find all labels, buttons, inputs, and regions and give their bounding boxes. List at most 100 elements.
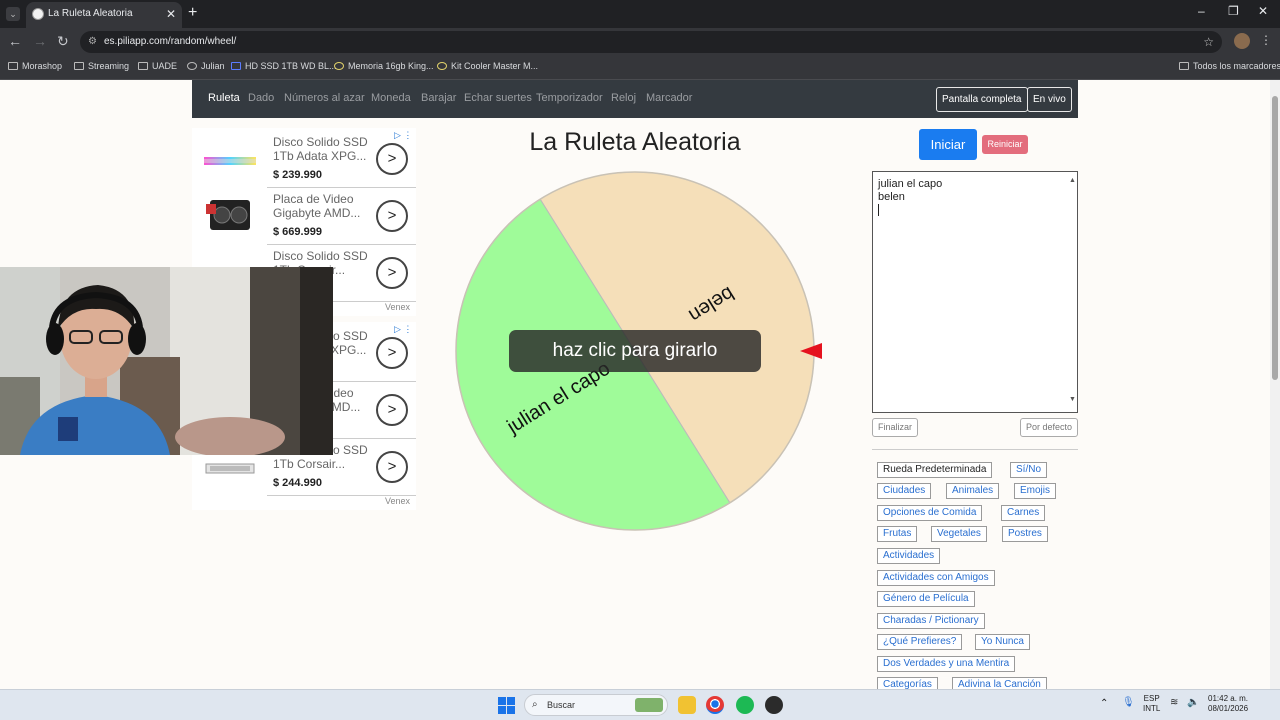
preset-que-prefieres[interactable]: ¿Qué Prefieres? bbox=[877, 634, 963, 650]
start-button[interactable]: Iniciar bbox=[919, 129, 977, 160]
close-window-icon[interactable]: ✕ bbox=[1258, 4, 1268, 18]
preset-yo-nunca[interactable]: Yo Nunca bbox=[975, 634, 1030, 650]
site-icon bbox=[231, 62, 241, 70]
chevron-right-icon[interactable]: > bbox=[376, 451, 408, 483]
scroll-down-icon[interactable]: ▼ bbox=[1069, 393, 1076, 406]
ssd-product-image bbox=[202, 145, 258, 175]
wifi-icon[interactable]: ≋ bbox=[1170, 698, 1178, 708]
entry-line: julian el capo bbox=[878, 178, 943, 190]
chevron-right-icon[interactable]: > bbox=[376, 394, 408, 426]
nav-ruleta[interactable]: Ruleta bbox=[208, 92, 240, 104]
preset-emojis[interactable]: Emojis bbox=[1014, 483, 1057, 499]
textarea-scrollbar[interactable]: ▲ ▼ bbox=[1067, 172, 1077, 412]
microphone-icon[interactable]: 🎙 bbox=[1122, 698, 1135, 708]
preset-actividades[interactable]: Actividades bbox=[877, 548, 941, 564]
folder-icon bbox=[1179, 62, 1189, 70]
fullscreen-button[interactable]: Pantalla completa bbox=[936, 87, 1028, 112]
finish-button[interactable]: Finalizar bbox=[872, 418, 919, 437]
windows-start-icon[interactable] bbox=[498, 697, 515, 714]
site-favicon-icon bbox=[32, 8, 44, 20]
preset-categorias[interactable]: Categorías bbox=[877, 677, 938, 689]
nav-moneda[interactable]: Moneda bbox=[371, 92, 411, 104]
preset-vegetales[interactable]: Vegetales bbox=[931, 526, 987, 542]
volume-icon[interactable]: 🔈 bbox=[1187, 698, 1199, 708]
url-text: es.piliapp.com/random/wheel/ bbox=[104, 36, 237, 47]
ssd-product-image bbox=[202, 453, 258, 483]
preset-genero-pelicula[interactable]: Género de Película bbox=[877, 591, 975, 607]
close-tab-icon[interactable]: ✕ bbox=[166, 2, 176, 26]
spin-instruction[interactable]: haz clic para girarlo bbox=[509, 330, 761, 372]
preset-frutas[interactable]: Frutas bbox=[877, 526, 918, 542]
ad-brand: Venex bbox=[385, 302, 411, 312]
nav-temporizador[interactable]: Temporizador bbox=[536, 92, 603, 104]
scroll-up-icon[interactable]: ▲ bbox=[1069, 174, 1076, 187]
preset-charadas[interactable]: Charadas / Pictionary bbox=[877, 613, 985, 629]
page-scrollbar[interactable] bbox=[1270, 80, 1280, 689]
preset-animales[interactable]: Animales bbox=[946, 483, 1000, 499]
bookmark-kit-cooler[interactable]: Kit Cooler Master M... bbox=[437, 61, 538, 71]
webcam-overlay bbox=[0, 267, 333, 455]
site-info-icon[interactable]: ⚙ bbox=[88, 31, 97, 53]
bookmark-streaming[interactable]: Streaming bbox=[74, 61, 129, 71]
bookmark-star-icon[interactable]: ☆ bbox=[1203, 31, 1214, 53]
file-explorer-icon[interactable] bbox=[678, 696, 696, 714]
ad-title: Placa de Video Gigabyte AMD... bbox=[273, 192, 361, 220]
preset-dos-verdades[interactable]: Dos Verdades y una Mentira bbox=[877, 656, 1016, 672]
reload-icon[interactable]: ↻ bbox=[57, 33, 69, 50]
preset-opciones-comida[interactable]: Opciones de Comida bbox=[877, 505, 983, 521]
tray-chevron-up-icon[interactable]: ⌃ bbox=[1100, 699, 1108, 709]
nav-marcador[interactable]: Marcador bbox=[646, 92, 692, 104]
nav-echar-suertes[interactable]: Echar suertes bbox=[464, 92, 532, 104]
preset-actividades-amigos[interactable]: Actividades con Amigos bbox=[877, 570, 995, 586]
entry-line: belen bbox=[878, 191, 905, 203]
browser-tab[interactable]: La Ruleta Aleatoria ✕ bbox=[26, 2, 182, 28]
bookmark-uade[interactable]: UADE bbox=[138, 61, 177, 71]
chevron-right-icon[interactable]: > bbox=[376, 257, 408, 289]
scrollbar-thumb[interactable] bbox=[1272, 96, 1278, 380]
default-button[interactable]: Por defecto bbox=[1020, 418, 1079, 437]
app-icon[interactable] bbox=[765, 696, 783, 714]
preset-ciudades[interactable]: Ciudades bbox=[877, 483, 932, 499]
back-icon[interactable]: ← bbox=[8, 33, 22, 49]
bookmarks-bar: Morashop Streaming UADE Julian HD SSD 1T… bbox=[0, 56, 1280, 80]
site-navbar: Ruleta Dado Números al azar Moneda Baraj… bbox=[192, 80, 1078, 118]
reset-button[interactable]: Reiniciar bbox=[982, 135, 1028, 154]
ad-item[interactable]: Disco Solido SSD 1Tb Adata XPG... $ 239.… bbox=[192, 131, 416, 188]
spotify-icon[interactable] bbox=[736, 696, 754, 714]
preset-si-no[interactable]: Sí/No bbox=[1010, 462, 1048, 478]
chrome-icon[interactable] bbox=[706, 696, 724, 714]
nav-barajar[interactable]: Barajar bbox=[421, 92, 456, 104]
chevron-right-icon[interactable]: > bbox=[376, 143, 408, 175]
maximize-icon[interactable]: ❐ bbox=[1228, 4, 1239, 18]
chevron-right-icon[interactable]: > bbox=[376, 200, 408, 232]
tab-search-button[interactable]: ⌄ bbox=[6, 7, 20, 21]
bookmark-julian[interactable]: Julian bbox=[187, 61, 225, 71]
address-bar[interactable]: ⚙ es.piliapp.com/random/wheel/ ☆ bbox=[80, 31, 1222, 53]
bookmark-all[interactable]: Todos los marcadores bbox=[1179, 61, 1280, 71]
bookmark-hd-ssd[interactable]: HD SSD 1TB WD BL... bbox=[231, 61, 337, 71]
system-clock[interactable]: 01:42 a. m. 08/01/2026 bbox=[1208, 694, 1248, 714]
preset-rueda-predeterminada[interactable]: Rueda Predeterminada bbox=[877, 462, 993, 478]
new-tab-button[interactable]: + bbox=[188, 4, 197, 22]
browser-menu-icon[interactable]: ⋮ bbox=[1260, 33, 1272, 47]
search-icon: ⌕ bbox=[532, 699, 538, 710]
ad-item[interactable]: Placa de Video Gigabyte AMD... $ 669.999… bbox=[192, 188, 416, 245]
preset-postres[interactable]: Postres bbox=[1002, 526, 1048, 542]
nav-reloj[interactable]: Reloj bbox=[611, 92, 636, 104]
profile-avatar[interactable] bbox=[1234, 33, 1250, 49]
preset-adivina-cancion[interactable]: Adivina la Canción bbox=[952, 677, 1047, 689]
preset-carnes[interactable]: Carnes bbox=[1001, 505, 1046, 521]
bookmark-morashop[interactable]: Morashop bbox=[8, 61, 62, 71]
live-button[interactable]: En vivo bbox=[1027, 87, 1072, 112]
taskbar-search[interactable]: ⌕ Buscar bbox=[524, 694, 668, 716]
divider bbox=[872, 449, 1078, 450]
minimize-icon[interactable]: – bbox=[1198, 4, 1205, 18]
input-language[interactable]: ESP INTL bbox=[1143, 694, 1160, 714]
nav-dado[interactable]: Dado bbox=[248, 92, 274, 104]
bookmark-memoria[interactable]: Memoria 16gb King... bbox=[334, 61, 434, 71]
nav-numeros[interactable]: Números al azar bbox=[284, 92, 365, 104]
chevron-right-icon[interactable]: > bbox=[376, 337, 408, 369]
folder-icon bbox=[138, 62, 148, 70]
forward-icon[interactable]: → bbox=[33, 33, 47, 49]
entries-textarea[interactable]: julian el capo belen ▲ ▼ bbox=[872, 171, 1078, 413]
